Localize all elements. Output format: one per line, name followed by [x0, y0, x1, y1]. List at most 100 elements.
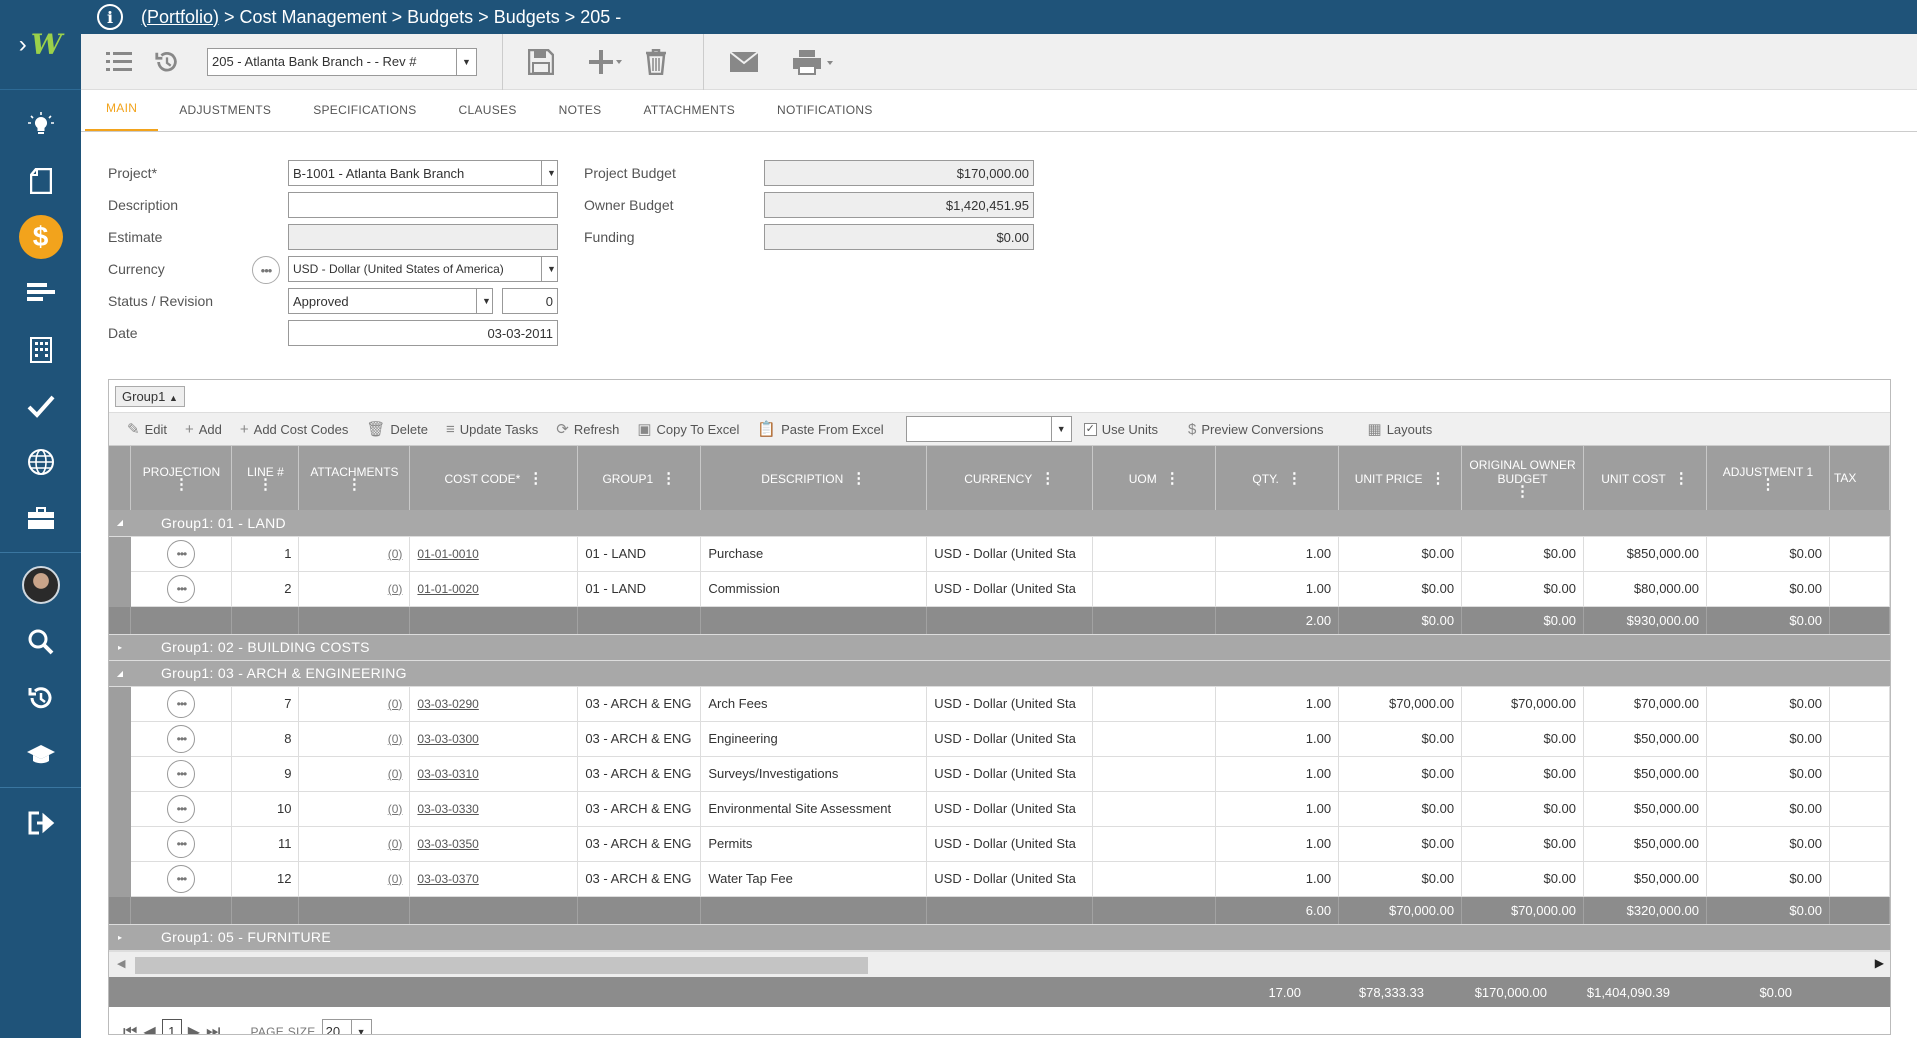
- cost-code-link[interactable]: 03-03-0310: [409, 756, 579, 792]
- prev-page-icon[interactable]: ◀: [143, 1022, 155, 1035]
- projection-options-button[interactable]: •••: [167, 864, 196, 893]
- cost-code-link[interactable]: 03-03-0290: [409, 686, 579, 722]
- expand-icon[interactable]: ▸: [109, 924, 131, 951]
- cost-code-link[interactable]: 01-01-0020: [409, 571, 579, 607]
- projection-options-button[interactable]: •••: [167, 539, 196, 568]
- logout-icon[interactable]: [0, 800, 81, 846]
- scroll-left-icon[interactable]: ◀: [117, 957, 125, 970]
- use-units-checkbox[interactable]: ✓ Use Units: [1083, 422, 1158, 437]
- add-cost-codes-button[interactable]: + Add Cost Codes: [240, 421, 348, 438]
- project-select[interactable]: B-1001 - Atlanta Bank Branch ▼: [288, 160, 558, 186]
- col-unit-cost[interactable]: UNIT COST ⋮: [1583, 446, 1707, 510]
- col-group1[interactable]: GROUP1 ⋮: [577, 446, 702, 510]
- column-menu-icon[interactable]: ⋮: [1711, 477, 1825, 492]
- attachments-link[interactable]: (0): [298, 826, 411, 862]
- column-menu-icon[interactable]: ⋮: [1287, 469, 1302, 487]
- delete-button[interactable]: 🗑 Delete: [366, 420, 428, 438]
- group-tag[interactable]: Group1 ▲: [115, 385, 185, 407]
- table-row[interactable]: ••• 12 (0) 03-03-0370 03 - ARCH & ENG Water T…: [109, 861, 1890, 897]
- history-icon[interactable]: [147, 34, 187, 90]
- chevron-down-icon[interactable]: ▼: [541, 257, 557, 281]
- update-tasks-button[interactable]: ≡ Update Tasks: [446, 421, 538, 438]
- add-button[interactable]: + Add: [185, 421, 222, 438]
- record-select[interactable]: 205 - Atlanta Bank Branch - - Rev # ▼: [207, 47, 477, 76]
- table-row[interactable]: ••• 7 (0) 03-03-0290 03 - ARCH & ENG Arch Fee…: [109, 686, 1890, 722]
- sort-up-icon[interactable]: ▲: [169, 393, 178, 403]
- tab-attachments[interactable]: ATTACHMENTS: [622, 89, 756, 131]
- table-row[interactable]: ••• 2 (0) 01-01-0020 01 - LAND Commission USD …: [109, 571, 1890, 607]
- col-attachments[interactable]: ATTACHMENTS ⋮: [298, 446, 411, 510]
- globe-icon[interactable]: [0, 439, 81, 485]
- app-logo[interactable]: › W: [0, 0, 81, 90]
- column-menu-icon[interactable]: ⋮: [851, 469, 866, 487]
- cost-code-link[interactable]: 03-03-0350: [409, 826, 579, 862]
- briefcase-icon[interactable]: [0, 495, 81, 541]
- tab-adjustments[interactable]: ADJUSTMENTS: [158, 89, 292, 131]
- tab-clauses[interactable]: CLAUSES: [438, 89, 538, 131]
- copy-to-excel-button[interactable]: ▣ Copy To Excel: [637, 420, 739, 438]
- col-currency[interactable]: CURRENCY ⋮: [926, 446, 1094, 510]
- expand-chevron-icon[interactable]: ›: [19, 31, 27, 59]
- col-description[interactable]: DESCRIPTION ⋮: [700, 446, 928, 510]
- scrollbar-thumb[interactable]: [135, 956, 868, 974]
- projection-options-button[interactable]: •••: [167, 794, 196, 823]
- tab-notifications[interactable]: NOTIFICATIONS: [756, 89, 894, 131]
- schedule-bars-icon[interactable]: [0, 271, 81, 317]
- column-menu-icon[interactable]: ⋮: [303, 477, 405, 492]
- attachments-link[interactable]: (0): [298, 791, 411, 827]
- col-unit-price[interactable]: UNIT PRICE ⋮: [1338, 446, 1463, 510]
- building-icon[interactable]: [0, 327, 81, 373]
- collapse-icon[interactable]: ◢: [109, 660, 131, 687]
- group-row[interactable]: ◢ Group1: 01 - LAND: [109, 510, 1890, 537]
- horizontal-scrollbar[interactable]: ◀ ▶: [109, 950, 1890, 977]
- attachments-link[interactable]: (0): [298, 756, 411, 792]
- col-original-owner-budget[interactable]: ORIGINAL OWNER BUDGET ⋮: [1461, 446, 1585, 510]
- edit-button[interactable]: ✎ Edit: [127, 420, 167, 438]
- group-row[interactable]: ▸ Group1: 05 - FURNITURE: [109, 924, 1890, 951]
- column-menu-icon[interactable]: ⋮: [661, 469, 676, 487]
- column-menu-icon[interactable]: ⋮: [236, 477, 294, 492]
- last-page-icon[interactable]: ⏭: [206, 1023, 220, 1035]
- checkbox-checked-icon[interactable]: ✓: [1083, 422, 1097, 436]
- cost-management-icon[interactable]: $: [0, 214, 81, 260]
- email-icon[interactable]: [704, 34, 784, 90]
- group-row[interactable]: ▸ Group1: 02 - BUILDING COSTS: [109, 634, 1890, 661]
- paste-from-excel-button[interactable]: 📋 Paste From Excel: [757, 420, 883, 438]
- column-menu-icon[interactable]: ⋮: [1165, 469, 1180, 487]
- history-icon[interactable]: [0, 675, 81, 721]
- scroll-right-icon[interactable]: ▶: [1875, 956, 1884, 970]
- cost-code-link[interactable]: 03-03-0330: [409, 791, 579, 827]
- chevron-down-icon[interactable]: ▼: [350, 1019, 371, 1034]
- status-select[interactable]: Approved ▼: [288, 288, 493, 314]
- column-menu-icon[interactable]: ⋮: [1040, 469, 1055, 487]
- attachments-link[interactable]: (0): [298, 536, 411, 572]
- col-projection[interactable]: PROJECTION ⋮: [130, 446, 233, 510]
- breadcrumb-portfolio-link[interactable]: (Portfolio): [141, 7, 219, 27]
- col-line[interactable]: LINE # ⋮: [231, 446, 300, 510]
- checkmark-icon[interactable]: [0, 383, 81, 429]
- page-size-select[interactable]: 20 ▼: [321, 1018, 372, 1034]
- revision-field[interactable]: 0: [502, 288, 558, 314]
- table-row[interactable]: ••• 1 (0) 01-01-0010 01 - LAND Purchase USD - …: [109, 536, 1890, 572]
- table-row[interactable]: ••• 9 (0) 03-03-0310 03 - ARCH & ENG Surveys/…: [109, 756, 1890, 792]
- projection-options-button[interactable]: •••: [167, 689, 196, 718]
- list-icon[interactable]: [91, 34, 147, 90]
- projection-options-button[interactable]: •••: [167, 759, 196, 788]
- col-adjustment-1[interactable]: ADJUSTMENT 1 ⋮: [1706, 446, 1830, 510]
- ideas-lightbulb-icon[interactable]: [0, 102, 81, 148]
- attachments-link[interactable]: (0): [298, 686, 411, 722]
- table-row[interactable]: ••• 10 (0) 03-03-0330 03 - ARCH & ENG Environ…: [109, 791, 1890, 827]
- refresh-button[interactable]: ⟳ Refresh: [556, 420, 619, 438]
- tab-specifications[interactable]: SPECIFICATIONS: [292, 89, 437, 131]
- cost-code-link[interactable]: 03-03-0300: [409, 721, 579, 757]
- collapse-icon[interactable]: ◢: [109, 510, 131, 537]
- next-page-icon[interactable]: ▶: [188, 1022, 200, 1035]
- delete-icon[interactable]: [633, 34, 678, 90]
- currency-options-button[interactable]: •••: [252, 256, 280, 284]
- info-icon[interactable]: i: [97, 4, 123, 30]
- tab-main[interactable]: MAIN: [85, 89, 159, 131]
- projection-options-button[interactable]: •••: [167, 574, 196, 603]
- chevron-down-icon[interactable]: ▼: [1050, 417, 1071, 441]
- col-uom[interactable]: UOM ⋮: [1092, 446, 1217, 510]
- chevron-down-icon[interactable]: ▼: [476, 289, 492, 313]
